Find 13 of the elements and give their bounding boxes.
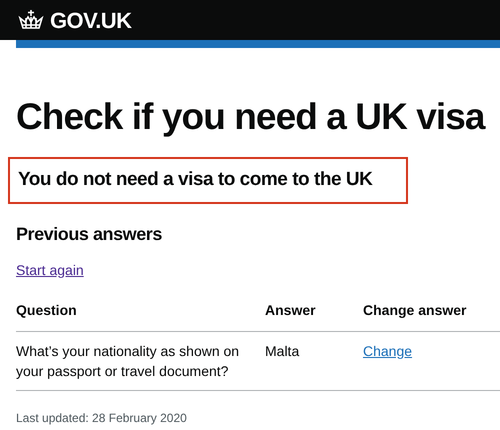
last-updated-text: Last updated: 28 February 2020 [16, 410, 188, 426]
start-again-link[interactable]: Start again [16, 260, 84, 280]
column-header: Question [16, 302, 77, 318]
result-panel: You do not need a visa to come to the UK [8, 157, 408, 204]
page-title: Check if you need a UK visa [16, 98, 484, 135]
column-header: Change answer [363, 302, 466, 318]
column-header: Answer [265, 302, 316, 318]
table-cell: Malta [265, 342, 300, 358]
govuk-logo[interactable]: GOV.UK [50, 4, 132, 36]
section-heading: Previous answers [16, 222, 163, 246]
crown-icon [17, 9, 45, 31]
table-cell: What’s your nationality as shown on your passport or travel document? [16, 342, 240, 378]
change-link[interactable]: Change [363, 342, 412, 358]
